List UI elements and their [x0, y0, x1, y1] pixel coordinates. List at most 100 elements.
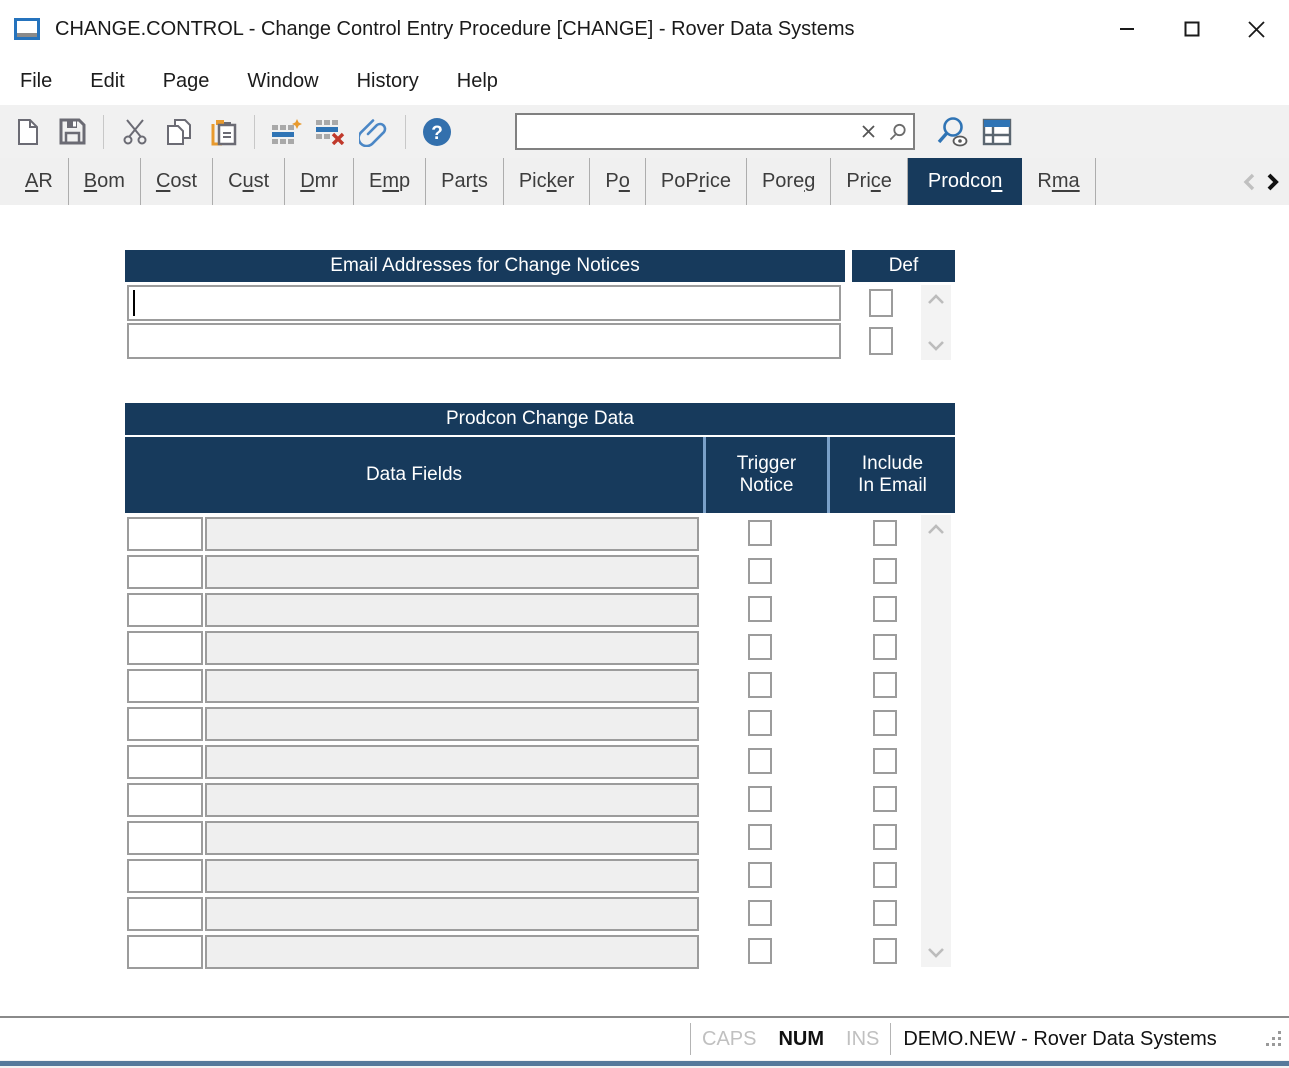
include-in-email-checkbox[interactable]: [873, 596, 897, 622]
tab-parts[interactable]: Parts: [426, 158, 504, 205]
include-in-email-checkbox[interactable]: [873, 710, 897, 736]
data-field-code-input[interactable]: [127, 783, 203, 817]
tab-label-part: A: [25, 170, 38, 193]
data-field-code-input[interactable]: [127, 593, 203, 627]
data-field-code-input[interactable]: [127, 859, 203, 893]
menu-file[interactable]: File: [20, 70, 71, 93]
clear-search-button[interactable]: [853, 115, 883, 148]
tab-poprice[interactable]: PoPrice: [646, 158, 747, 205]
email-address-input[interactable]: [127, 323, 841, 359]
tab-label-part: n: [991, 170, 1002, 193]
close-button[interactable]: [1224, 0, 1289, 58]
delete-row-button[interactable]: [308, 110, 352, 154]
data-field-code-input[interactable]: [127, 821, 203, 855]
maximize-icon: [1184, 21, 1200, 37]
search-input[interactable]: [517, 115, 853, 148]
resize-grip[interactable]: [1265, 1030, 1283, 1048]
search-view-icon: [936, 116, 970, 148]
def-checkbox[interactable]: [869, 327, 893, 355]
trigger-notice-checkbox[interactable]: [748, 520, 772, 546]
tab-picker[interactable]: Picker: [504, 158, 591, 205]
save-button[interactable]: [50, 110, 94, 154]
status-bar: CAPS NUM INS DEMO.NEW - Rover Data Syste…: [0, 1016, 1289, 1060]
help-button[interactable]: ?: [415, 110, 459, 154]
tab-ar[interactable]: AR: [10, 158, 69, 205]
data-field-code-input[interactable]: [127, 555, 203, 589]
tab-scroll-right-button[interactable]: [1266, 173, 1280, 191]
minimize-button[interactable]: [1094, 0, 1159, 58]
include-in-email-checkbox[interactable]: [873, 862, 897, 888]
tab-price[interactable]: Price: [831, 158, 908, 205]
layout-view-button[interactable]: [975, 110, 1019, 154]
data-field-code-input[interactable]: [127, 517, 203, 551]
tab-poreg[interactable]: Poreg: [747, 158, 831, 205]
search-view-button[interactable]: [931, 110, 975, 154]
data-field-code-input[interactable]: [127, 745, 203, 779]
copy-button[interactable]: [157, 110, 201, 154]
trigger-notice-checkbox[interactable]: [748, 672, 772, 698]
email-address-input[interactable]: [127, 285, 841, 321]
tab-label-part: st: [254, 170, 270, 193]
trigger-notice-checkbox[interactable]: [748, 786, 772, 812]
maximize-button[interactable]: [1159, 0, 1224, 58]
title-bar: CHANGE.CONTROL - Change Control Entry Pr…: [0, 0, 1289, 58]
include-in-email-checkbox[interactable]: [873, 672, 897, 698]
data-field-code-input[interactable]: [127, 631, 203, 665]
data-fields-column-header: Data Fields: [125, 437, 703, 513]
trigger-notice-checkbox[interactable]: [748, 634, 772, 660]
new-document-button[interactable]: [6, 110, 50, 154]
trigger-notice-checkbox[interactable]: [748, 710, 772, 736]
email-scrollbar[interactable]: [921, 285, 951, 360]
tab-po[interactable]: Po: [590, 158, 645, 205]
menu-edit[interactable]: Edit: [90, 70, 143, 93]
data-field-code-input[interactable]: [127, 897, 203, 931]
layout-view-icon: [982, 118, 1012, 146]
trigger-notice-checkbox[interactable]: [748, 748, 772, 774]
include-in-email-checkbox[interactable]: [873, 938, 897, 964]
trigger-notice-checkbox[interactable]: [748, 824, 772, 850]
tab-scroll-left-button[interactable]: [1242, 173, 1256, 191]
include-in-email-checkbox[interactable]: [873, 558, 897, 584]
paste-button[interactable]: [201, 110, 245, 154]
insert-row-button[interactable]: [264, 110, 308, 154]
table-row: [125, 819, 955, 857]
data-field-code-input[interactable]: [127, 669, 203, 703]
tab-prodcon[interactable]: Prodcon: [908, 158, 1023, 205]
trigger-notice-checkbox[interactable]: [748, 900, 772, 926]
tab-emp[interactable]: Emp: [354, 158, 426, 205]
tab-cost[interactable]: Cost: [141, 158, 213, 205]
scroll-up-icon[interactable]: [927, 524, 945, 535]
attachment-button[interactable]: [352, 110, 396, 154]
include-in-email-checkbox[interactable]: [873, 900, 897, 926]
include-in-email-checkbox[interactable]: [873, 824, 897, 850]
trigger-notice-checkbox[interactable]: [748, 596, 772, 622]
scroll-down-icon[interactable]: [927, 947, 945, 958]
trigger-notice-checkbox[interactable]: [748, 862, 772, 888]
scroll-up-icon[interactable]: [927, 294, 945, 305]
menu-help[interactable]: Help: [457, 70, 517, 93]
tab-dmr[interactable]: Dmr: [285, 158, 354, 205]
include-in-email-checkbox[interactable]: [873, 634, 897, 660]
prodcon-scrollbar[interactable]: [921, 515, 951, 967]
tab-rma[interactable]: Rma: [1022, 158, 1095, 205]
search-button[interactable]: [883, 115, 913, 148]
menu-page[interactable]: Page: [163, 70, 229, 93]
data-field-code-input[interactable]: [127, 707, 203, 741]
cut-button[interactable]: [113, 110, 157, 154]
include-in-email-checkbox[interactable]: [873, 786, 897, 812]
table-row: [125, 629, 955, 667]
def-checkbox[interactable]: [869, 289, 893, 317]
tab-cust[interactable]: Cust: [213, 158, 285, 205]
tab-label-part: Pri: [846, 170, 870, 193]
tab-label-part: u: [243, 170, 254, 193]
data-field-code-input[interactable]: [127, 935, 203, 969]
data-field-description: [205, 593, 699, 627]
tab-bom[interactable]: Bom: [69, 158, 141, 205]
scroll-down-icon[interactable]: [927, 340, 945, 351]
trigger-notice-checkbox[interactable]: [748, 558, 772, 584]
trigger-notice-checkbox[interactable]: [748, 938, 772, 964]
menu-history[interactable]: History: [357, 70, 438, 93]
include-in-email-checkbox[interactable]: [873, 520, 897, 546]
include-in-email-checkbox[interactable]: [873, 748, 897, 774]
menu-window[interactable]: Window: [247, 70, 337, 93]
